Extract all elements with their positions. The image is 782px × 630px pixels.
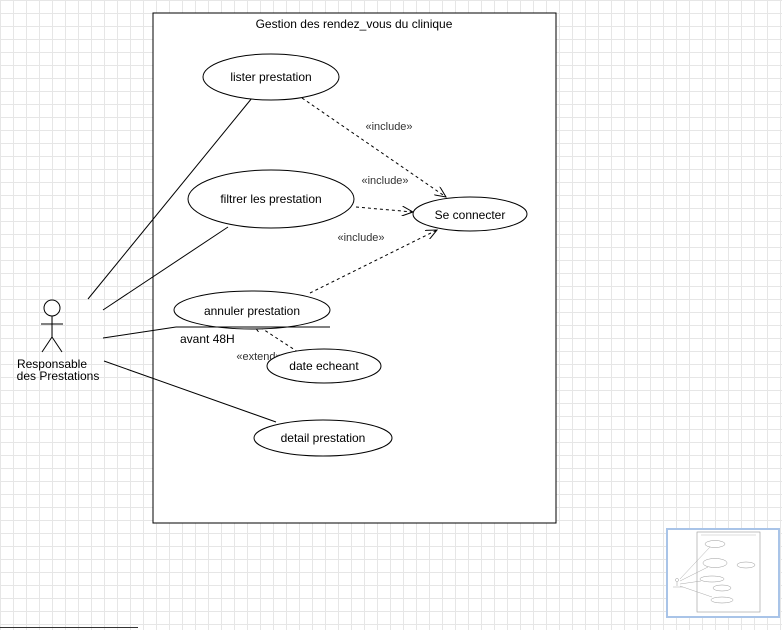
usecase-se-connecter[interactable]: Se connecter (412, 196, 528, 232)
usecase-annuler-prestation[interactable]: annuler prestation (173, 290, 331, 330)
usecase-lister-label: lister prestation (230, 70, 311, 84)
usecase-filtrer-prestation[interactable]: filtrer les prestation (187, 169, 355, 229)
diagram-canvas: Gestion des rendez_vous du clinique Resp… (17, 12, 557, 524)
usecase-date-echeant[interactable]: date echeant (266, 348, 382, 384)
minimap-thumbnail (673, 531, 761, 613)
usecase-detail-label: detail prestation (281, 431, 366, 445)
minimap-panel[interactable] (666, 528, 780, 618)
actor-head (43, 299, 61, 317)
usecase-annuler-label: annuler prestation (204, 304, 300, 318)
actor-leg-left (41, 336, 53, 353)
include-label-2: «include» (361, 175, 408, 187)
bottom-divider (0, 627, 138, 628)
usecase-connecter-label: Se connecter (435, 208, 506, 222)
include-label-1: «include» (365, 121, 412, 133)
usecase-lister-prestation[interactable]: lister prestation (202, 53, 340, 101)
usecase-date-label: date echeant (289, 359, 359, 373)
actor-responsable[interactable] (41, 299, 63, 353)
usecase-detail-prestation[interactable]: detail prestation (253, 419, 393, 457)
constraint-label: avant 48H (180, 332, 235, 346)
include-label-3: «include» (337, 232, 384, 244)
system-title: Gestion des rendez_vous du clinique (256, 17, 453, 31)
actor-leg-right (51, 336, 63, 353)
usecase-filtrer-label: filtrer les prestation (220, 192, 321, 206)
actor-label-line2: des Prestations (17, 369, 100, 383)
